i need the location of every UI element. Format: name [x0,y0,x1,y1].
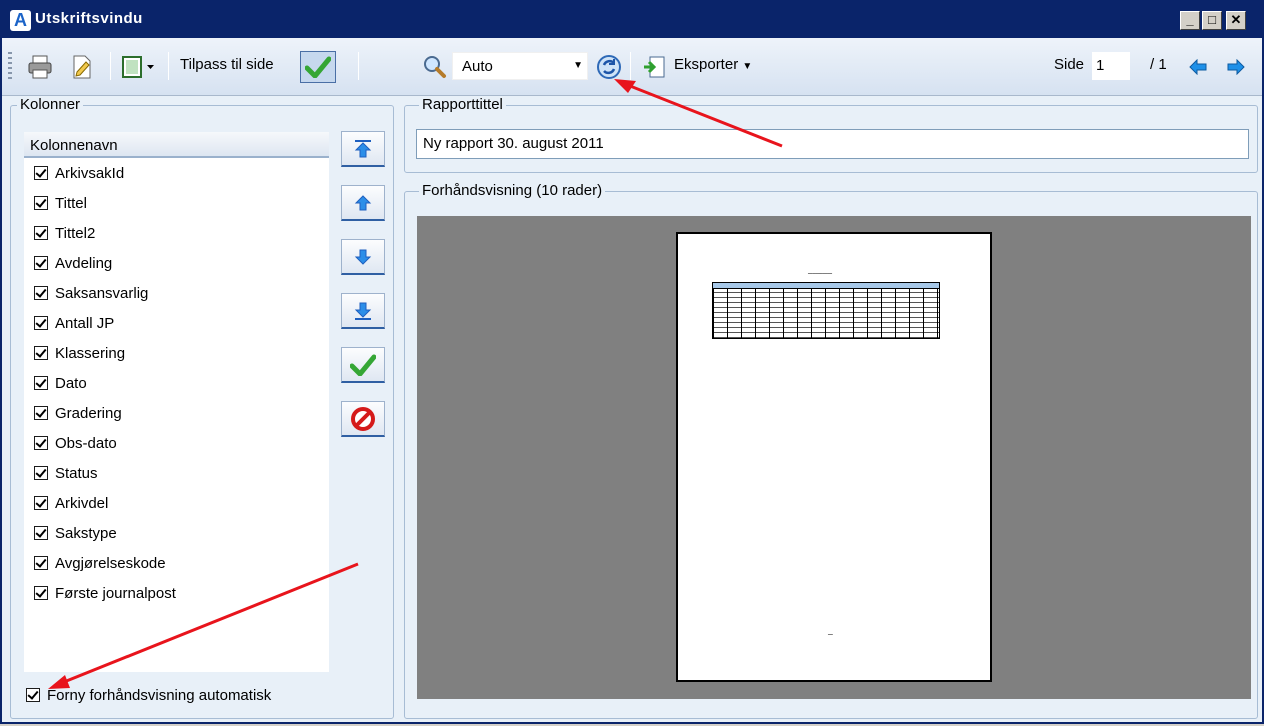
checkbox-checked-icon[interactable] [34,496,48,510]
export-label: Eksporter [674,56,739,73]
move-down-button[interactable] [341,239,385,275]
list-item-label: Klassering [55,344,126,362]
checkbox-checked-icon[interactable] [34,256,48,270]
chevron-down-icon: ▼ [742,61,753,72]
title-bar[interactable]: A Utskriftsvindu _ □ ✕ [2,2,1262,38]
page-number-value: 1 [1096,57,1105,74]
maximize-button[interactable]: □ [1202,11,1222,30]
preview-page-footer: ━━ [828,632,833,637]
page-total: / 1 [1150,56,1167,73]
list-item-label: Dato [55,374,87,392]
checkbox-checked-icon[interactable] [34,376,48,390]
checkbox-checked-icon[interactable] [34,316,48,330]
move-to-top-button[interactable] [341,131,385,167]
report-title-panel-title: Rapporttittel [419,96,506,114]
page-setup-icon[interactable] [66,52,98,82]
preview-page: ━━━━━━━━━━ ━━ [676,232,992,682]
page-number-input[interactable]: 1 [1092,52,1130,80]
print-window: A Utskriftsvindu _ □ ✕ Tilpass til side … [0,0,1264,724]
list-item-label: Arkivdel [55,494,109,512]
checkbox-checked-icon[interactable] [34,436,48,450]
list-item-label: Saksansvarlig [55,284,149,302]
list-item[interactable]: ArkivsakId [34,160,124,186]
list-item[interactable]: Klassering [34,340,125,366]
report-title-input[interactable]: Ny rapport 30. august 2011 [416,129,1249,159]
preview-panel-title: Forhåndsvisning (10 rader) [419,182,606,200]
list-item[interactable]: Dato [34,370,87,396]
list-item[interactable]: Sakstype [34,520,117,546]
app-logo-icon: A [10,10,31,31]
list-item-label: Sakstype [55,524,117,542]
checkbox-checked-icon[interactable] [34,286,48,300]
checkbox-checked-icon[interactable] [34,226,48,240]
toolbar-grip[interactable] [8,52,12,80]
checkbox-checked-icon[interactable] [34,346,48,360]
check-all-button[interactable] [341,347,385,383]
list-item-label: Avdeling [55,254,113,272]
list-item-label: Antall JP [55,314,115,332]
list-item[interactable]: Avgjørelseskode [34,550,166,576]
preview-table-header [712,282,940,289]
auto-refresh-label: Forny forhåndsvisning automatisk [47,686,272,704]
next-page-icon[interactable] [1224,52,1248,82]
export-menu-button[interactable]: Eksporter ▼ [674,56,752,73]
list-item-label: Tittel2 [55,224,96,242]
list-item[interactable]: Tittel [34,190,87,216]
uncheck-all-button[interactable] [341,401,385,437]
preview-table [712,282,940,339]
column-header[interactable]: Kolonnenavn [24,132,329,158]
fit-to-page-toggle[interactable] [300,51,336,83]
list-item-label: ArkivsakId [55,164,125,182]
auto-refresh-checkbox[interactable]: Forny forhåndsvisning automatisk [26,682,271,708]
list-item[interactable]: Status [34,460,98,486]
list-item[interactable]: Gradering [34,400,122,426]
page-layout-dropdown[interactable] [120,52,158,82]
minimize-button[interactable]: _ [1180,11,1200,30]
list-item-label: Gradering [55,404,122,422]
list-item-label: Status [55,464,98,482]
columns-panel-title: Kolonner [17,96,84,114]
list-item[interactable]: Antall JP [34,310,114,336]
list-item-label: Avgjørelseskode [55,554,166,572]
checkbox-checked-icon[interactable] [34,466,48,480]
export-icon[interactable] [640,52,668,82]
zoom-value: Auto [462,58,493,75]
list-item[interactable]: Saksansvarlig [34,280,148,306]
refresh-icon[interactable] [594,52,624,82]
zoom-icon [422,52,448,82]
list-item[interactable]: Første journalpost [34,580,176,606]
list-item[interactable]: Avdeling [34,250,112,276]
move-up-button[interactable] [341,185,385,221]
list-item-label: Første journalpost [55,584,176,602]
close-button[interactable]: ✕ [1226,11,1246,30]
window-title: Utskriftsvindu [35,10,143,27]
list-item[interactable]: Tittel2 [34,220,95,246]
page-label: Side [1054,56,1085,73]
list-item-label: Obs-dato [55,434,117,452]
print-icon[interactable] [24,52,56,82]
checkbox-checked-icon [26,688,40,702]
list-item[interactable]: Arkivdel [34,490,108,516]
previous-page-icon[interactable] [1186,52,1210,82]
checkbox-checked-icon[interactable] [34,526,48,540]
list-item-label: Tittel [55,194,87,212]
checkbox-checked-icon[interactable] [34,586,48,600]
zoom-select[interactable]: Auto ▼ [452,52,588,80]
checkbox-checked-icon[interactable] [34,166,48,180]
checkbox-checked-icon[interactable] [34,556,48,570]
move-to-bottom-button[interactable] [341,293,385,329]
list-item[interactable]: Obs-dato [34,430,117,456]
toolbar: Tilpass til side Auto ▼ Eksporter ▼ Side… [2,38,1262,96]
chevron-down-icon: ▼ [573,60,583,71]
checkbox-checked-icon[interactable] [34,196,48,210]
preview-page-title: ━━━━━━━━━━ [808,271,833,276]
fit-to-page-label: Tilpass til side [180,56,274,73]
checkbox-checked-icon[interactable] [34,406,48,420]
columns-list[interactable]: Kolonnenavn ArkivsakId Tittel Tittel2 Avdel… [24,132,329,672]
